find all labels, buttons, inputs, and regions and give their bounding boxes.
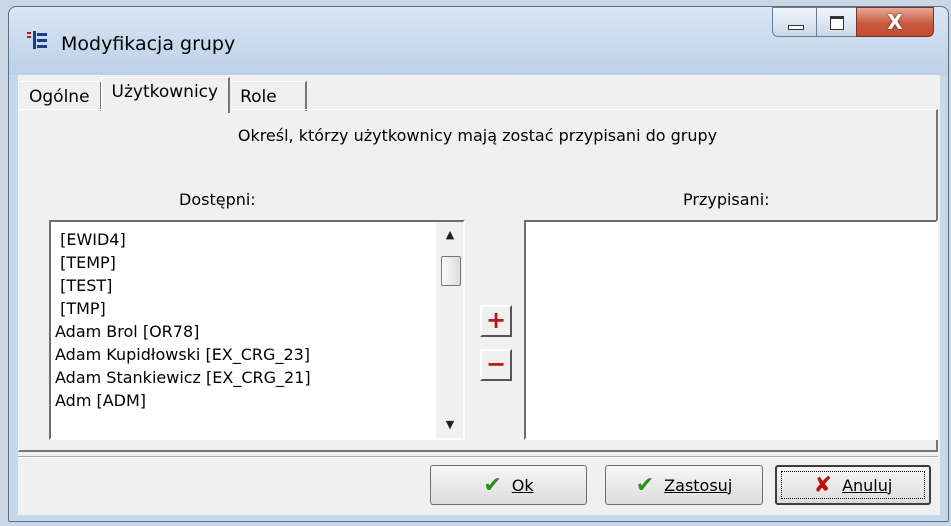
tab-page-users: Określ, którzy użytkownicy mają zostać p… [18,109,938,452]
dialog-client-area: Ogólne Użytkownicy Role Określ, którzy u… [18,75,940,515]
caption-buttons: X [772,7,934,37]
maximize-icon [830,16,844,30]
title-bar[interactable]: Modyfikacja grupy X [9,7,948,75]
footer-separator [18,456,938,458]
minus-icon: − [485,350,507,378]
dialog-window: Modyfikacja grupy X Ogólne Użytkownicy R… [8,6,949,522]
scroll-down-icon[interactable]: ▼ [437,412,463,438]
minimize-icon [788,25,804,30]
list-item[interactable]: [TEMP] [55,251,311,274]
list-item[interactable]: [EWID4] [55,228,311,251]
available-users-list[interactable]: [EWID4] [TEMP] [TEST] [TMP] Adam Brol [OR… [49,220,465,440]
list-item[interactable]: [TMP] [55,297,311,320]
list-item[interactable]: Adam Stankiewicz [EX_CRG_21] [55,366,311,389]
list-item[interactable]: [TEST] [55,274,311,297]
apply-button[interactable]: ✔ Zastosuj [605,465,763,505]
assigned-users-list[interactable] [524,220,938,440]
remove-user-button[interactable]: − [480,349,512,381]
scroll-thumb[interactable] [441,256,461,286]
tab-users[interactable]: Użytkownicy [100,77,231,113]
minimize-button[interactable] [772,7,816,37]
focus-rectangle [781,471,925,499]
available-items: [EWID4] [TEMP] [TEST] [TMP] Adam Brol [OR… [55,228,311,412]
double-checkmark-icon: ✔ [635,472,655,498]
page-description: Określ, którzy użytkownicy mają zostać p… [237,126,718,145]
close-icon: X [887,10,903,34]
plus-icon: + [485,306,507,334]
tab-strip: Ogólne Użytkownicy Role [18,77,307,113]
tab-roles[interactable]: Role [229,81,307,111]
scroll-up-icon[interactable]: ▲ [437,222,463,248]
apply-button-label: Zastosuj [664,475,733,495]
available-label: Dostępni: [179,190,256,209]
cancel-button[interactable]: ✘ Anuluj [775,465,931,505]
list-item[interactable]: Adam Brol [OR78] [55,320,311,343]
window-title: Modyfikacja grupy [61,33,236,55]
ok-button-label: Ok [511,475,534,495]
checkmark-icon: ✔ [483,472,502,498]
close-button[interactable]: X [856,7,934,37]
app-grid-icon [27,31,47,49]
tab-general[interactable]: Ogólne [18,81,102,111]
maximize-button[interactable] [816,7,856,37]
available-list-scrollbar[interactable]: ▲ ▼ [436,222,463,438]
ok-button[interactable]: ✔ Ok [430,465,587,505]
list-item[interactable]: Adm [ADM] [55,389,311,412]
assigned-label: Przypisani: [683,190,770,209]
add-user-button[interactable]: + [480,305,512,337]
list-item[interactable]: Adam Kupidłowski [EX_CRG_23] [55,343,311,366]
